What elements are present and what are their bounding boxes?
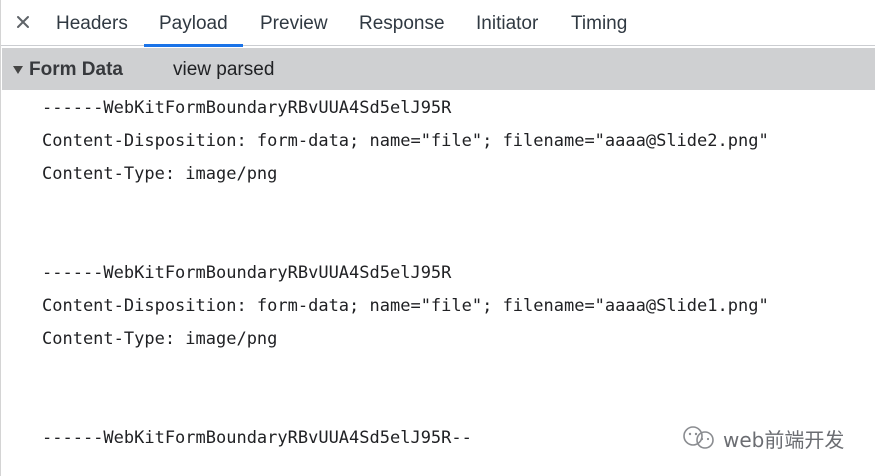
watermark: web前端开发: [679, 424, 844, 452]
payload-line: Content-Disposition: form-data; name="fi…: [42, 296, 769, 316]
triangle-down-icon[interactable]: [13, 66, 23, 74]
payload-line: Content-Type: image/png: [42, 164, 278, 184]
tab-response[interactable]: Response: [359, 0, 445, 46]
tab-initiator[interactable]: Initiator: [476, 0, 538, 46]
wechat-logo-icon: [683, 426, 714, 449]
watermark-text: web前端开发: [723, 427, 845, 452]
tab-headers[interactable]: Headers: [56, 0, 128, 46]
payload-line: Content-Type: image/png: [42, 329, 278, 349]
form-data-section-header[interactable]: Form Data view parsed: [2, 48, 875, 90]
section-title: Form Data: [29, 59, 123, 80]
close-icon[interactable]: [11, 10, 35, 34]
payload-line: ------WebKitFormBoundaryRBvUUA4Sd5elJ95R: [42, 263, 452, 283]
tab-timing[interactable]: Timing: [571, 0, 627, 46]
payload-line: ------WebKitFormBoundaryRBvUUA4Sd5elJ95R: [42, 98, 452, 118]
tab-payload[interactable]: Payload: [144, 0, 243, 47]
payload-line: ------WebKitFormBoundaryRBvUUA4Sd5elJ95R…: [42, 428, 472, 448]
payload-line: Content-Disposition: form-data; name="fi…: [42, 131, 769, 151]
tab-preview[interactable]: Preview: [260, 0, 328, 46]
view-parsed-button[interactable]: view parsed: [173, 48, 274, 92]
devtools-network-panel: Headers Payload Preview Response Initiat…: [0, 0, 875, 476]
tab-bar: Headers Payload Preview Response Initiat…: [1, 0, 875, 47]
